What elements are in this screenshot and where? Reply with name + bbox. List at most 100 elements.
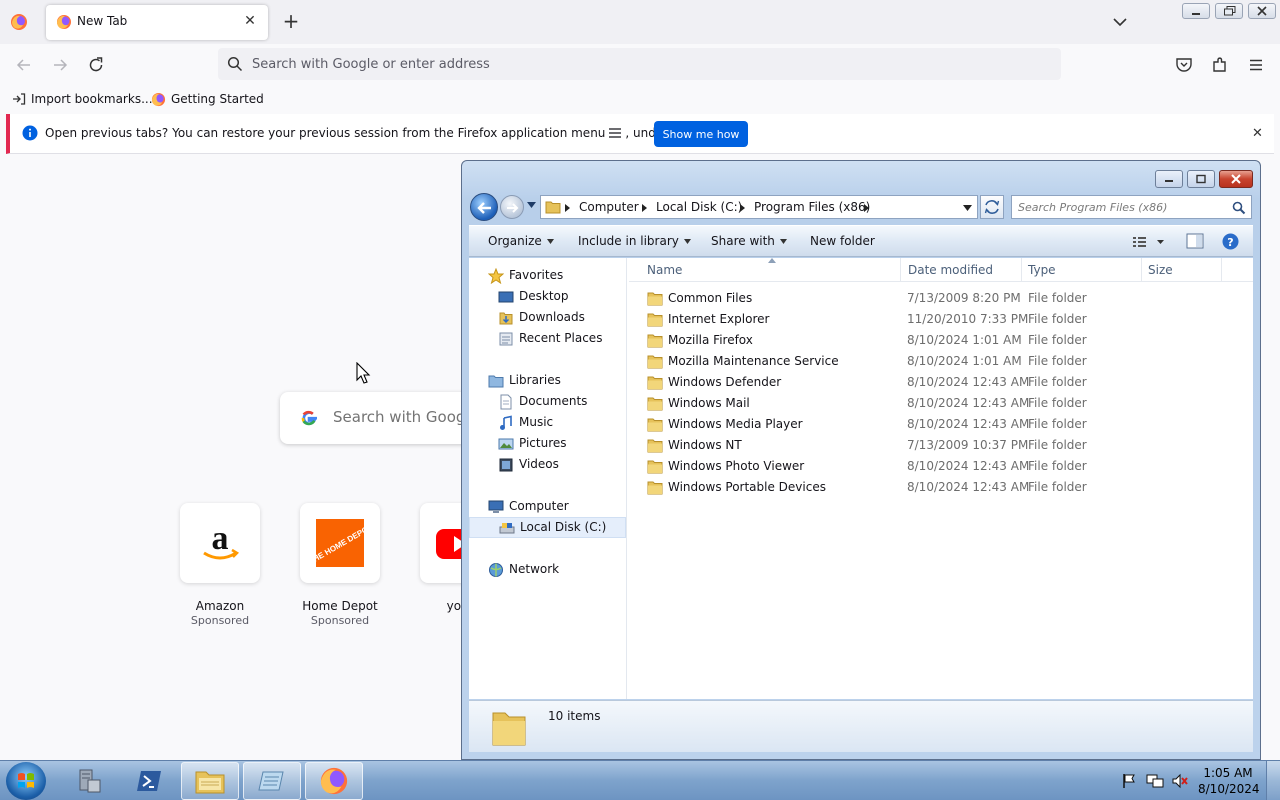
help-icon[interactable]: ? [1222,233,1239,250]
firefox-menu-icon[interactable] [10,13,28,31]
file-date-modified: 8/10/2024 12:43 AM [907,375,1030,389]
tab-new-tab[interactable]: New Tab ✕ [46,5,268,40]
taskbar-server-manager[interactable] [60,762,118,800]
hamburger-menu-icon[interactable] [1246,55,1266,75]
table-row[interactable]: Common Files 7/13/2009 8:20 PM File folder [629,288,1249,309]
close-window-button[interactable] [1248,3,1276,19]
table-row[interactable]: Windows Defender 8/10/2024 12:43 AM File f… [629,372,1249,393]
column-header-size[interactable]: Size [1142,258,1222,282]
explorer-close-button[interactable] [1219,170,1253,188]
taskbar-notepad[interactable] [243,762,301,800]
column-header-date-modified[interactable]: Date modified [902,258,1022,282]
network-status-icon[interactable] [1146,773,1164,789]
nav-downloads[interactable]: Downloads [498,308,618,328]
new-folder-button[interactable]: New folder [810,234,875,248]
explorer-maximize-button[interactable] [1187,170,1215,188]
table-row[interactable]: Windows Portable Devices 8/10/2024 12:43 … [629,477,1249,498]
breadcrumb-local-disk[interactable]: Local Disk (C:) [656,200,742,214]
explorer-search-box[interactable] [1011,195,1252,219]
videos-icon [499,458,513,472]
app-menu-icon [609,128,622,138]
recent-pages-chevron-icon[interactable] [527,202,536,208]
reload-icon[interactable] [86,55,106,75]
organize-button[interactable]: Organize [488,234,554,248]
explorer-minimize-button[interactable] [1155,170,1183,188]
restore-button[interactable] [1215,3,1243,19]
tab-close-icon[interactable]: ✕ [240,11,260,31]
show-me-how-button[interactable]: Show me how [654,121,748,147]
new-tab-plus-icon[interactable]: + [280,10,302,32]
nav-desktop[interactable]: Desktop [498,287,618,307]
system-clock[interactable]: 1:05 AM 8/10/2024 [1198,765,1260,797]
table-row[interactable]: Internet Explorer 11/20/2010 7:33 PM File … [629,309,1249,330]
taskbar-windows-explorer[interactable] [181,762,239,800]
start-button[interactable] [6,762,46,800]
volume-muted-icon[interactable] [1171,773,1189,789]
table-row[interactable]: Windows Mail 8/10/2024 12:43 AM File folde… [629,393,1249,414]
forward-arrow-icon[interactable] [50,55,70,75]
music-icon [500,415,512,430]
nav-music[interactable]: Music [498,413,618,433]
breadcrumb-program-files[interactable]: Program Files (x86) [754,200,870,214]
file-date-modified: 8/10/2024 12:43 AM [907,480,1030,494]
explorer-address-row: Computer Local Disk (C:) Program Files (… [470,192,1252,222]
nav-videos[interactable]: Videos [498,455,618,475]
tile-sponsored: Sponsored [190,614,250,627]
explorer-refresh-button[interactable] [980,195,1004,219]
address-dropdown-icon[interactable] [963,205,972,211]
nav-pictures[interactable]: Pictures [498,434,618,454]
back-arrow-icon[interactable] [14,55,34,75]
share-with-button[interactable]: Share with [711,234,787,248]
nav-local-disk[interactable]: Local Disk (C:) [469,517,626,538]
nav-documents[interactable]: Documents [498,392,618,412]
nav-recent-places[interactable]: Recent Places [498,329,618,349]
nav-favorites[interactable]: Favorites [488,266,618,286]
include-in-library-button[interactable]: Include in library [578,234,691,248]
breadcrumb-arrow-icon[interactable] [864,204,869,212]
folder-icon [647,418,663,432]
column-header-type[interactable]: Type [1022,258,1142,282]
nav-computer[interactable]: Computer [488,497,618,517]
file-name: Windows Photo Viewer [668,459,805,473]
show-desktop-button[interactable] [1266,761,1280,800]
minimize-button[interactable] [1182,3,1210,19]
breadcrumb-arrow-icon[interactable] [740,204,745,212]
preview-pane-icon[interactable] [1186,233,1204,249]
explorer-back-button[interactable] [470,193,498,221]
table-row[interactable]: Mozilla Firefox 8/10/2024 1:01 AM File fol… [629,330,1249,351]
pocket-icon[interactable] [1174,55,1194,75]
top-site-home-depot[interactable]: THE HOME DEPOT Home Depot Sponsored [300,503,380,627]
table-row[interactable]: Windows Media Player 8/10/2024 12:43 AM Fi… [629,414,1249,435]
top-site-amazon[interactable]: a Amazon Sponsored [180,503,260,627]
taskbar-powershell[interactable] [120,762,178,800]
explorer-breadcrumb[interactable]: Computer Local Disk (C:) Program Files (… [540,195,978,219]
import-icon [13,93,26,105]
explorer-details-pane: 10 items [469,700,1253,752]
bookmark-getting-started[interactable]: Getting Started [151,90,264,108]
change-view-icon[interactable] [1132,235,1164,249]
nav-libraries[interactable]: Libraries [488,371,618,391]
svg-text:a: a [212,520,229,557]
breadcrumb-arrow-icon[interactable] [642,204,647,212]
breadcrumb-computer[interactable]: Computer [579,200,639,214]
nav-network[interactable]: Network [488,560,618,580]
list-all-tabs-chevron-icon[interactable] [1110,12,1130,32]
action-center-flag-icon[interactable] [1121,773,1137,789]
file-name: Windows Portable Devices [668,480,826,494]
explorer-search-input[interactable] [1018,199,1218,215]
breadcrumb-arrow-icon[interactable] [565,204,570,212]
table-row[interactable]: Windows Photo Viewer 8/10/2024 12:43 AM Fi… [629,456,1249,477]
table-row[interactable]: Mozilla Maintenance Service 8/10/2024 1:0… [629,351,1249,372]
address-bar[interactable] [218,48,1061,80]
explorer-forward-button[interactable] [500,195,524,219]
file-date-modified: 8/10/2024 12:43 AM [907,459,1030,473]
folder-icon [492,712,526,746]
address-input[interactable] [252,53,1032,75]
table-row[interactable]: Windows NT 7/13/2009 10:37 PM File folder [629,435,1249,456]
taskbar-firefox[interactable] [305,762,363,800]
search-icon[interactable] [1232,201,1246,215]
notification-close-icon[interactable]: ✕ [1252,126,1263,141]
item-count: 10 items [548,709,601,723]
extensions-icon[interactable] [1210,55,1230,75]
bookmark-import[interactable]: Import bookmarks... [12,90,153,108]
